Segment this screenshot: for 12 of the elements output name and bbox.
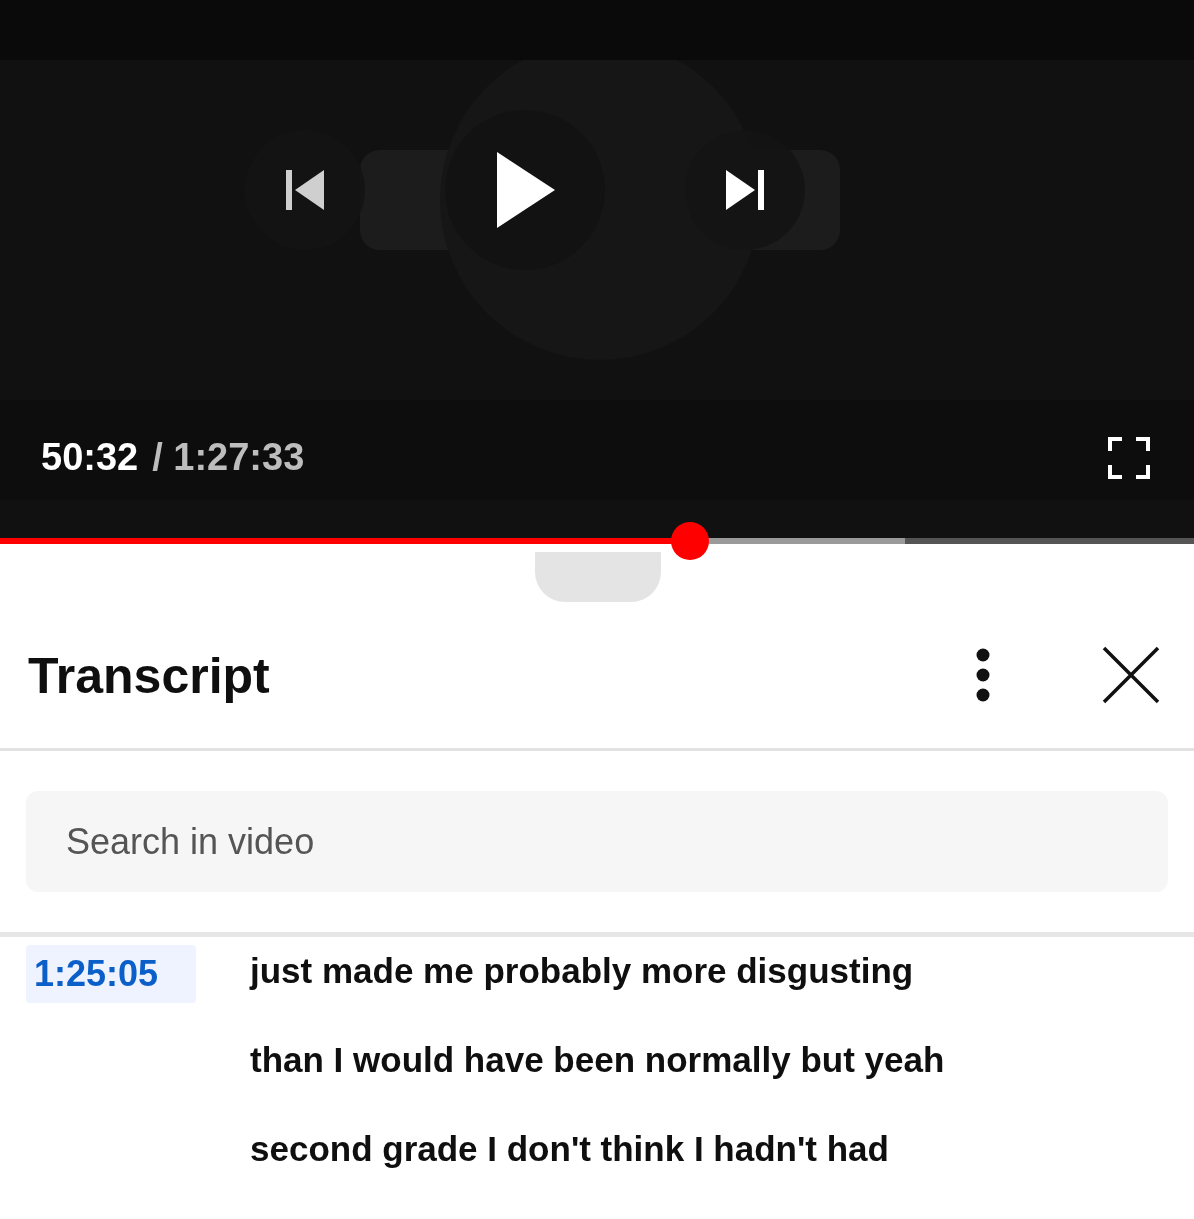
panel-title: Transcript xyxy=(28,647,271,705)
timestamp-chip[interactable]: 1:25:05 xyxy=(26,945,196,1003)
current-time: 50:32 xyxy=(41,436,139,479)
transcript-line: second grade I don't think I hadn't had xyxy=(250,1128,890,1170)
search-field[interactable]: Search in video xyxy=(26,791,1168,892)
transcript-line: than I would have been normally but yeah xyxy=(250,1039,945,1081)
drag-handle[interactable] xyxy=(535,552,661,602)
more-icon[interactable] xyxy=(976,648,990,702)
fullscreen-icon[interactable] xyxy=(1108,437,1150,479)
transcript-line: just made me probably more disgusting xyxy=(250,950,915,992)
close-icon[interactable] xyxy=(1102,646,1160,704)
video-duration: / 1:27:33 xyxy=(152,436,305,479)
